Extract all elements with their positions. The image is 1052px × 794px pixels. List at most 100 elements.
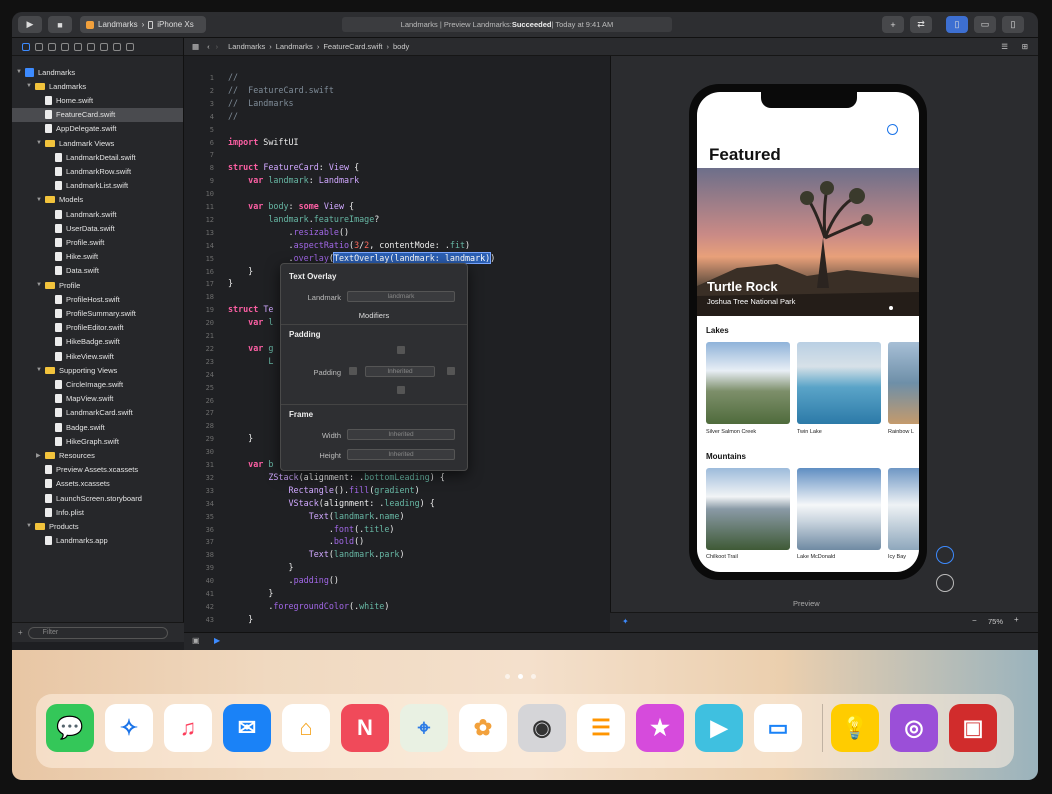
preview-on-device-button[interactable] (936, 574, 954, 592)
disclosure-open-icon[interactable]: ▼ (16, 69, 22, 75)
tips-app-icon[interactable]: 💡 (831, 704, 879, 752)
add-editor-icon[interactable]: ⊞ (1022, 42, 1028, 51)
scheme-selector[interactable]: Landmarks › iPhone Xs (80, 16, 206, 33)
project-navigator-tab-icon[interactable] (22, 42, 30, 51)
navigator-file-row[interactable]: MapView.swift (12, 392, 183, 406)
test-navigator-tab-icon[interactable] (87, 42, 95, 51)
code-line[interactable]: import SwiftUI (228, 137, 299, 147)
profile-icon[interactable] (887, 124, 898, 135)
back-icon[interactable]: ‹ (207, 42, 210, 51)
disclosure-open-icon[interactable]: ▼ (36, 282, 42, 288)
podcasts-app-icon[interactable]: ◎ (890, 704, 938, 752)
navigator-file-row[interactable]: AppDelegate.swift (12, 122, 183, 136)
toggle-navigator-button[interactable]: ▯ (946, 16, 968, 33)
code-line[interactable]: } (228, 278, 233, 288)
navigator-file-row[interactable]: FeatureCard.swift (12, 107, 183, 122)
disclosure-open-icon[interactable]: ▼ (26, 523, 32, 529)
zoom-in-icon[interactable]: + (1014, 615, 1019, 624)
navigator-group-row[interactable]: ▼ Supporting Views (12, 363, 183, 377)
library-button[interactable]: + (882, 16, 904, 33)
navigator-file-row[interactable]: Preview Assets.xcassets (12, 463, 183, 477)
code-line[interactable]: // FeatureCard.swift (228, 85, 334, 95)
navigator-file-row[interactable]: Home.swift (12, 93, 183, 107)
code-line[interactable]: var l (228, 317, 273, 327)
disclosure-closed-icon[interactable]: ▶ (36, 452, 42, 459)
landmark-field[interactable]: landmark (347, 291, 455, 302)
navigator-file-row[interactable]: HikeView.swift (12, 349, 183, 363)
zoom-out-icon[interactable]: − (972, 616, 977, 625)
code-line[interactable]: } (228, 562, 294, 572)
navigator-group-row[interactable]: ▶ Resources (12, 448, 183, 462)
live-preview-button[interactable] (936, 546, 954, 564)
navigator-file-row[interactable]: Hike.swift (12, 250, 183, 264)
code-line[interactable]: VStack(alignment: .leading) { (228, 498, 435, 508)
code-line[interactable]: } (228, 433, 253, 443)
breadcrumb-group[interactable]: Landmarks (276, 42, 313, 51)
breadcrumb-file[interactable]: FeatureCard.swift (323, 42, 382, 51)
code-line[interactable]: // Landmarks (228, 98, 294, 108)
lake-thumbnail[interactable] (797, 342, 881, 424)
zoom-level[interactable]: 75% (988, 617, 1003, 626)
disclosure-open-icon[interactable]: ▼ (36, 367, 42, 373)
disclosure-open-icon[interactable]: ▼ (36, 140, 42, 146)
code-line[interactable]: .overlay(TextOverlay(landmark: landmark)… (228, 251, 495, 264)
code-line[interactable]: struct Te (228, 304, 273, 314)
photos-app-icon[interactable]: ✿ (459, 704, 507, 752)
navigator-file-row[interactable]: LandmarkList.swift (12, 179, 183, 193)
navigator-group-row[interactable]: ▼ Products (12, 519, 183, 533)
code-line[interactable]: var b (228, 459, 273, 469)
code-line[interactable]: L (228, 356, 273, 366)
navigator-file-row[interactable]: ProfileSummary.swift (12, 306, 183, 320)
navigator-file-row[interactable]: ProfileHost.swift (12, 292, 183, 306)
padding-trailing-checkbox[interactable] (447, 367, 455, 375)
photo-booth-app-icon[interactable]: ▣ (949, 704, 997, 752)
navigator-file-row[interactable]: Assets.xcassets (12, 477, 183, 491)
navigator-file-row[interactable]: LandmarkCard.swift (12, 406, 183, 420)
hide-debug-icon[interactable]: ▣ (192, 636, 200, 645)
mountain-thumbnail[interactable] (888, 468, 919, 550)
navigator-file-row[interactable]: LandmarkDetail.swift (12, 150, 183, 164)
navigator-file-row[interactable]: Data.swift (12, 264, 183, 278)
navigator-file-row[interactable]: CircleImage.swift (12, 377, 183, 391)
navigator-group-row[interactable]: ▼ Models (12, 193, 183, 207)
navigator-file-row[interactable]: HikeGraph.swift (12, 434, 183, 448)
filter-input[interactable]: Filter (27, 626, 168, 639)
navigator-file-row[interactable]: LaunchScreen.storyboard (12, 491, 183, 505)
code-line[interactable]: landmark.featureImage? (228, 214, 379, 224)
mountain-thumbnail[interactable] (706, 468, 790, 550)
files-app-icon[interactable]: ▭ (754, 704, 802, 752)
code-line[interactable]: Text(landmark.name) (228, 511, 405, 521)
code-line[interactable]: var landmark: Landmark (228, 175, 359, 185)
code-line[interactable]: // (228, 111, 238, 121)
padding-bottom-checkbox[interactable] (397, 386, 405, 394)
forward-icon[interactable]: › (216, 42, 219, 51)
code-line[interactable]: .aspectRatio(3/2, contentMode: .fit) (228, 240, 471, 250)
code-line[interactable]: Text(landmark.park) (228, 549, 405, 559)
padding-field[interactable]: Inherited (365, 366, 435, 377)
code-line[interactable]: ZStack(alignment: .bottomLeading) { (228, 472, 445, 482)
navigator-file-row[interactable]: Landmarks.app (12, 534, 183, 548)
navigator-group-row[interactable]: ▼ Landmarks (12, 79, 183, 93)
disclosure-open-icon[interactable]: ▼ (26, 83, 32, 89)
issue-navigator-tab-icon[interactable] (74, 42, 82, 51)
code-line[interactable]: } (228, 614, 253, 624)
toggle-inspector-button[interactable]: ▯ (1002, 16, 1024, 33)
code-line[interactable]: .padding() (228, 575, 339, 585)
code-line[interactable]: } (228, 588, 273, 598)
breadcrumb-project[interactable]: Landmarks (228, 42, 265, 51)
navigator-file-row[interactable]: ProfileEditor.swift (12, 321, 183, 335)
code-line[interactable]: .foregroundColor(.white) (228, 601, 389, 611)
music-app-icon[interactable]: ♫ (164, 704, 212, 752)
source-control-tab-icon[interactable] (35, 42, 43, 51)
clips-app-icon[interactable]: ▶ (695, 704, 743, 752)
safari-app-icon[interactable]: ✧ (105, 704, 153, 752)
symbol-navigator-tab-icon[interactable] (48, 42, 56, 51)
disclosure-open-icon[interactable]: ▼ (36, 197, 42, 203)
navigator-group-row[interactable]: ▼ Profile (12, 278, 183, 292)
lake-thumbnail[interactable] (888, 342, 919, 424)
code-line[interactable]: Rectangle().fill(gradient) (228, 485, 420, 495)
padding-top-checkbox[interactable] (397, 346, 405, 354)
navigator-group-row[interactable]: ▼ Landmark Views (12, 136, 183, 150)
code-line[interactable]: struct FeatureCard: View { (228, 162, 359, 172)
add-file-icon[interactable]: + (18, 628, 23, 637)
